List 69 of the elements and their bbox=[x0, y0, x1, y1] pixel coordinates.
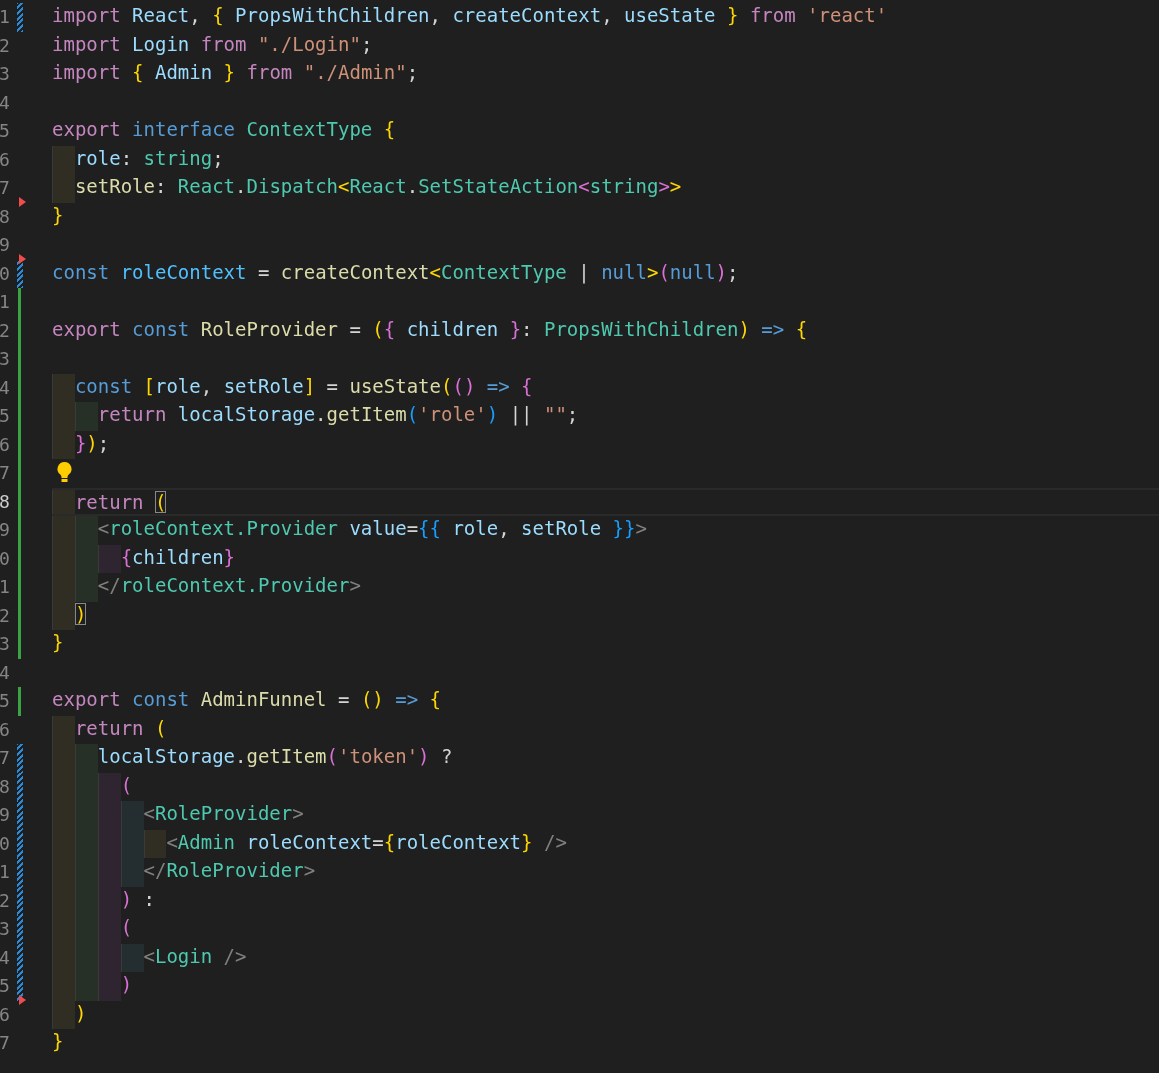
line-number: 1 bbox=[0, 5, 11, 29]
line-number: 2 bbox=[0, 33, 11, 58]
line-number: 5 bbox=[0, 119, 11, 143]
code-line: <Login /> bbox=[143, 943, 247, 969]
line-number: 9 bbox=[0, 803, 11, 827]
line-number: 6 bbox=[0, 717, 11, 742]
line-number: 4 bbox=[0, 90, 11, 115]
lightbulb-icon[interactable] bbox=[56, 461, 73, 483]
line-number: 1 bbox=[0, 575, 11, 599]
code-line: setRole: React.Dispatch<React.SetStateAction<string>> bbox=[74, 174, 682, 199]
code-line: return localStorage.getItem('role') || ""; bbox=[97, 402, 579, 428]
line-number: 0 bbox=[0, 261, 11, 286]
line-number: 0 bbox=[0, 546, 11, 571]
line-number: 4 bbox=[0, 660, 11, 685]
code-line: import React, { PropsWithChildren, createContext, useState } from 'react' bbox=[52, 3, 888, 28]
line-number: 3 bbox=[0, 917, 11, 941]
line-number: 3 bbox=[0, 62, 11, 86]
line-number: 8 bbox=[0, 774, 11, 799]
line-number: 7 bbox=[0, 461, 11, 485]
line-number: 3 bbox=[0, 347, 11, 371]
code-line: import { Admin } from "./Admin"; bbox=[52, 60, 419, 85]
line-number: 9 bbox=[0, 233, 11, 257]
code-line: export interface ContextType { bbox=[52, 117, 396, 142]
code-line: role: string; bbox=[74, 145, 224, 171]
line-number: 7 bbox=[0, 1031, 11, 1055]
code-line: ) : bbox=[120, 886, 155, 912]
line-number: 4 bbox=[0, 945, 11, 970]
line-number: 1 bbox=[0, 290, 11, 314]
code-line: ) bbox=[74, 1000, 87, 1026]
line-number: 3 bbox=[0, 632, 11, 656]
code-line: <Admin roleContext={roleContext} /> bbox=[166, 829, 567, 855]
code-line: }); bbox=[74, 430, 110, 456]
code-line: ) bbox=[74, 601, 87, 627]
code-line: export const AdminFunnel = () => { bbox=[52, 687, 441, 712]
code-line: ( bbox=[120, 772, 133, 798]
line-number: 2 bbox=[0, 318, 11, 343]
line-number: 7 bbox=[0, 176, 11, 200]
line-number: 6 bbox=[0, 1002, 11, 1027]
line-number: 5 bbox=[0, 404, 11, 428]
line-number: 5 bbox=[0, 689, 11, 713]
code-line: </RoleProvider> bbox=[143, 858, 316, 883]
line-number: 8 bbox=[0, 204, 11, 229]
line-number: 5 bbox=[0, 974, 11, 998]
line-number: 4 bbox=[0, 375, 11, 400]
line-number: 7 bbox=[0, 746, 11, 770]
line-number: 2 bbox=[0, 603, 11, 628]
code-line: {children} bbox=[120, 544, 236, 570]
code-line: localStorage.getItem('token') ? bbox=[97, 744, 453, 769]
code-line: return ( bbox=[74, 715, 167, 741]
code-line: <roleContext.Provider value={{ role, setRole }}> bbox=[97, 516, 647, 541]
code-line: } bbox=[52, 630, 64, 655]
code-line: return ( bbox=[74, 489, 167, 514]
line-number: 0 bbox=[0, 831, 11, 856]
line-number: 1 bbox=[0, 860, 11, 884]
line-number: 9 bbox=[0, 518, 11, 542]
line-number: 6 bbox=[0, 432, 11, 457]
code-line: <RoleProvider> bbox=[143, 801, 304, 826]
code-line: } bbox=[52, 1029, 64, 1054]
code-line: } bbox=[52, 202, 64, 228]
code-line: const roleContext = createContext<ContextType | null>(null); bbox=[52, 259, 739, 286]
line-number: 8 bbox=[0, 489, 11, 514]
code-line: const [role, setRole] = useState(() => { bbox=[74, 373, 533, 399]
code-line: import Login from "./Login"; bbox=[52, 31, 373, 57]
line-number: 2 bbox=[0, 888, 11, 913]
line-number: 6 bbox=[0, 147, 11, 172]
code-line: ) bbox=[120, 972, 133, 997]
code-line: </roleContext.Provider> bbox=[97, 573, 361, 598]
code-line: ( bbox=[120, 915, 133, 940]
code-line: export const RoleProvider = ({ children }: PropsWithChildren) => { bbox=[52, 316, 808, 342]
